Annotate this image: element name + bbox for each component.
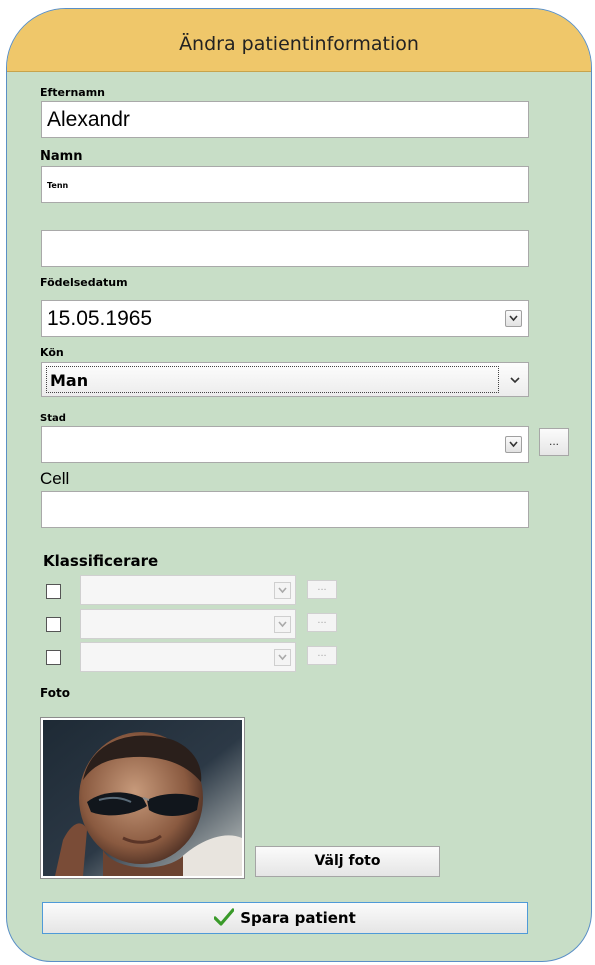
surname-input[interactable]: Alexandr	[41, 101, 529, 138]
chevron-down-icon	[509, 441, 518, 448]
photo-label: Foto	[40, 686, 70, 700]
classifier-more-button-2[interactable]: ...	[307, 613, 337, 632]
birthdate-picker[interactable]: 15.05.1965	[41, 300, 529, 337]
gender-select[interactable]: Man	[41, 362, 529, 397]
checkmark-icon	[213, 908, 235, 926]
chevron-down-icon	[278, 587, 287, 594]
gender-value: Man	[50, 371, 89, 390]
birthdate-value: 15.05.1965	[47, 307, 153, 330]
city-dropdown-button[interactable]	[505, 436, 522, 453]
classifier-checkbox-1[interactable]	[46, 584, 61, 599]
cell-input[interactable]	[41, 491, 529, 528]
surname-value: Alexandr	[47, 108, 130, 131]
classifier-more-button-1[interactable]: ...	[307, 580, 337, 599]
title-bar: Ändra patientinformation	[7, 9, 591, 72]
city-more-button[interactable]: ...	[539, 428, 569, 456]
middle-name-input[interactable]	[41, 230, 529, 267]
dialog-window: Ändra patientinformation Efternamn Alexa…	[6, 8, 592, 962]
classifier-select-3[interactable]	[80, 642, 296, 672]
cell-label: Cell	[40, 469, 70, 488]
classifier-dropdown-button-2[interactable]	[274, 616, 291, 633]
city-select[interactable]	[41, 426, 529, 463]
chevron-down-icon	[278, 621, 287, 628]
classifiers-heading: Klassificerare	[43, 552, 159, 570]
chevron-down-icon	[510, 377, 520, 384]
classifier-checkbox-2[interactable]	[46, 617, 61, 632]
classifier-checkbox-3[interactable]	[46, 650, 61, 665]
gender-label: Kön	[40, 346, 64, 359]
close-corner-icon[interactable]	[557, 9, 591, 43]
save-patient-label: Spara patient	[240, 909, 356, 927]
classifier-more-button-3[interactable]: ...	[307, 646, 337, 665]
patient-photo	[40, 717, 245, 879]
name-value: Tenn	[47, 181, 69, 190]
birthdate-dropdown-button[interactable]	[505, 310, 522, 327]
birthdate-label: Födelsedatum	[40, 276, 128, 289]
classifier-dropdown-button-1[interactable]	[274, 582, 291, 599]
patient-portrait-image	[43, 720, 242, 876]
chevron-down-icon	[509, 315, 518, 322]
name-label: Namn	[40, 149, 83, 164]
window-title: Ändra patientinformation	[179, 33, 419, 55]
save-patient-button[interactable]: Spara patient	[42, 902, 528, 934]
choose-photo-button[interactable]: Välj foto	[255, 846, 440, 877]
classifier-select-1[interactable]	[80, 575, 296, 605]
city-label: Stad	[40, 413, 66, 424]
focus-rect	[46, 366, 499, 393]
classifier-select-2[interactable]	[80, 609, 296, 639]
name-input[interactable]: Tenn	[41, 166, 529, 203]
surname-label: Efternamn	[40, 86, 105, 99]
chevron-down-icon	[278, 654, 287, 661]
classifier-dropdown-button-3[interactable]	[274, 649, 291, 666]
